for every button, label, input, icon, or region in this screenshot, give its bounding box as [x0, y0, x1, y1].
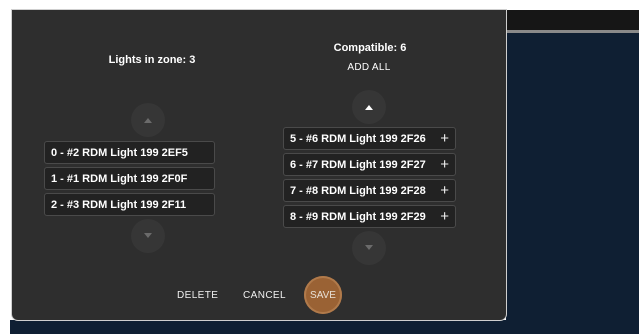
delete-button[interactable]: DELETE: [177, 290, 218, 301]
compatible-light-item[interactable]: 8 - #9 RDM Light 199 2F29 +: [283, 205, 456, 228]
compatible-light-label: 6 - #7 RDM Light 199 2F27: [290, 158, 426, 171]
compatible-light-item[interactable]: 6 - #7 RDM Light 199 2F27 +: [283, 153, 456, 176]
save-button[interactable]: SAVE: [304, 276, 342, 314]
zone-light-item[interactable]: 0 - #2 RDM Light 199 2EF5: [44, 141, 215, 164]
zone-lights-dialog: Lights in zone: 3 0 - #2 RDM Light 199 2…: [12, 10, 506, 320]
chevron-down-icon: [144, 233, 152, 238]
zone-panel-title: Lights in zone: 3: [108, 54, 196, 66]
compatible-panel-title: Compatible: 6: [333, 42, 407, 54]
compatible-light-item[interactable]: 7 - #8 RDM Light 199 2F28 +: [283, 179, 456, 202]
plus-icon[interactable]: +: [440, 156, 449, 173]
chevron-down-icon: [365, 245, 373, 250]
zone-light-label: 0 - #2 RDM Light 199 2EF5: [51, 146, 188, 159]
compatible-scroll-up-button[interactable]: [352, 90, 386, 124]
plus-icon[interactable]: +: [440, 208, 449, 225]
compatible-light-label: 5 - #6 RDM Light 199 2F26: [290, 132, 426, 145]
zone-light-label: 1 - #1 RDM Light 199 2F0F: [51, 172, 188, 185]
chevron-up-icon: [365, 105, 373, 110]
zone-light-label: 2 - #3 RDM Light 199 2F11: [51, 198, 187, 211]
plus-icon[interactable]: +: [440, 182, 449, 199]
cancel-button[interactable]: CANCEL: [243, 290, 286, 301]
plus-icon[interactable]: +: [440, 130, 449, 147]
zone-scroll-up-button[interactable]: [131, 103, 165, 137]
zone-light-item[interactable]: 1 - #1 RDM Light 199 2F0F: [44, 167, 215, 190]
compatible-light-label: 8 - #9 RDM Light 199 2F29: [290, 210, 426, 223]
chevron-up-icon: [144, 118, 152, 123]
compatible-light-item[interactable]: 5 - #6 RDM Light 199 2F26 +: [283, 127, 456, 150]
background-window: [506, 10, 639, 334]
background-topbar: [506, 10, 639, 30]
add-all-button[interactable]: ADD ALL: [329, 62, 409, 73]
zone-scroll-down-button[interactable]: [131, 219, 165, 253]
background-strip: [10, 320, 639, 334]
background-divider: [506, 30, 639, 33]
zone-light-item[interactable]: 2 - #3 RDM Light 199 2F11: [44, 193, 215, 216]
compatible-scroll-down-button[interactable]: [352, 231, 386, 265]
compatible-light-label: 7 - #8 RDM Light 199 2F28: [290, 184, 426, 197]
